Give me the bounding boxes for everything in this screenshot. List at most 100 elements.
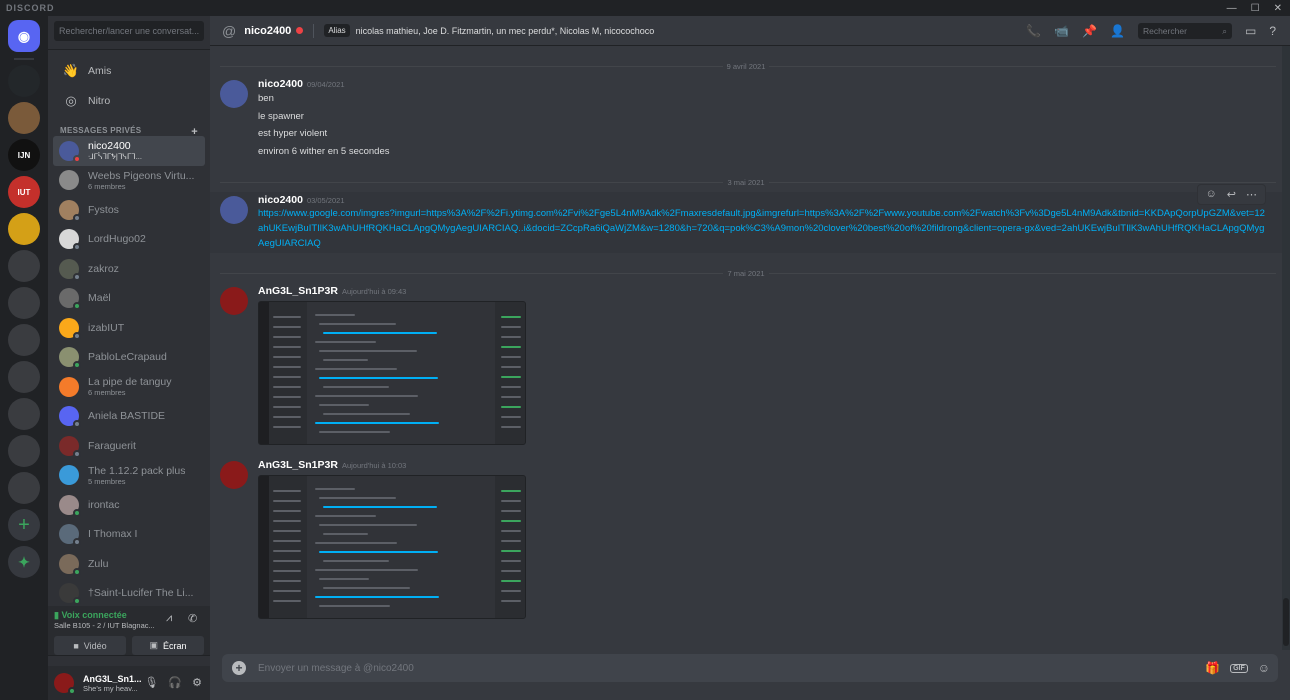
message-author[interactable]: AnG3L_Sn1P3R [258, 285, 338, 297]
search-input[interactable]: Rechercher ⌕ [1137, 22, 1232, 39]
message-text: le spawner [258, 110, 304, 122]
microphone-icon[interactable]: 🎙 [144, 676, 158, 689]
dm-item[interactable]: Zulu [53, 549, 205, 579]
message[interactable]: nico2400 09/04/2021 ben le spawner est hyper… [210, 76, 1282, 162]
image-attachment[interactable] [258, 301, 526, 445]
avatar[interactable] [220, 80, 248, 108]
status-indicator [73, 361, 81, 370]
dm-item[interactable]: Faraguerit [53, 431, 205, 461]
dm-item[interactable]: nico2400 ᒲᒥᓵᒣᒥᖬ|ᒣᓭᒥᒣ... [53, 136, 205, 166]
message-header: AnG3L_Sn1P3R Aujourd'hui à 10:03 [258, 459, 1266, 471]
reply-icon[interactable]: ↩ [1227, 188, 1236, 201]
minimize-button[interactable]: — [1227, 3, 1237, 14]
disconnect-icon[interactable]: ✆ [188, 612, 197, 625]
dm-name: Fystos [88, 203, 119, 216]
video-button[interactable]: ■ Vidéo [54, 636, 126, 655]
pin-icon[interactable]: 📌 [1082, 24, 1097, 38]
more-icon[interactable]: ⋯ [1246, 188, 1257, 201]
server-icon[interactable] [8, 324, 40, 356]
server-icon[interactable]: IUT [8, 176, 40, 208]
video-call-icon[interactable]: 📹 [1054, 24, 1069, 38]
dm-item[interactable]: La pipe de tanguy 6 membres [53, 372, 205, 402]
avatar[interactable] [220, 461, 248, 489]
emoji-icon[interactable]: ☺ [1258, 661, 1270, 675]
inbox-icon[interactable]: ▭ [1245, 24, 1256, 38]
divider [14, 58, 34, 60]
at-icon: @ [222, 22, 237, 39]
server-icon[interactable] [8, 65, 40, 97]
message-author[interactable]: nico2400 [258, 78, 303, 90]
voice-status[interactable]: ▮ Voix connectée [54, 610, 127, 621]
server-icon[interactable] [8, 361, 40, 393]
message-author[interactable]: AnG3L_Sn1P3R [258, 459, 338, 471]
avatar [59, 524, 81, 547]
headphones-icon[interactable]: 🎧 [168, 676, 182, 689]
dm-item[interactable]: †Saint-Lucifer The Li... [53, 579, 205, 609]
add-server-icon[interactable]: + [8, 509, 40, 541]
date-divider: 9 avril 2021 [210, 56, 1282, 76]
add-friend-icon[interactable]: 👤 [1110, 24, 1125, 38]
avatar [59, 406, 81, 429]
help-icon[interactable]: ? [1269, 24, 1276, 38]
server-icon[interactable] [8, 435, 40, 467]
voice-channel[interactable]: Salle B105 - 2 / IUT Blagnac... [54, 621, 155, 630]
message-composer: + 🎁 GIF ☺ [222, 654, 1278, 682]
dm-item[interactable]: The 1.12.2 pack plus 5 membres [53, 461, 205, 491]
message-author[interactable]: nico2400 [258, 194, 303, 206]
message-timestamp: Aujourd'hui à 09:43 [341, 287, 407, 296]
server-icon[interactable]: IJN [8, 139, 40, 171]
server-icon[interactable] [8, 250, 40, 282]
message-input[interactable] [258, 662, 1206, 674]
dm-name: Maël [88, 292, 111, 305]
settings-icon[interactable]: ⚙ [192, 676, 202, 689]
nitro-icon: ◎ [65, 93, 77, 108]
noise-suppression-icon[interactable]: ⩘ [166, 612, 172, 625]
status-indicator [68, 687, 76, 695]
screen-share-button[interactable]: ▣ Écran [132, 636, 204, 655]
message[interactable]: AnG3L_Sn1P3R Aujourd'hui à 09:43 [210, 283, 1282, 447]
nav-friends[interactable]: 👋 Amis [48, 56, 210, 86]
gift-icon[interactable]: 🎁 [1205, 661, 1220, 675]
message-link[interactable]: https://www.google.com/imgres?imgurl=htt… [258, 206, 1266, 251]
dm-item[interactable]: Aniela BASTIDE [53, 402, 205, 432]
add-reaction-icon[interactable]: ☺ [1206, 188, 1217, 201]
dm-item[interactable]: I Thomax I [53, 520, 205, 550]
dm-item[interactable]: PabloLeCrapaud [53, 343, 205, 373]
dm-search-input[interactable]: Rechercher/lancer une conversat... [54, 21, 204, 41]
scrollbar-thumb[interactable] [1283, 598, 1289, 646]
server-icon[interactable] [8, 472, 40, 504]
maximize-button[interactable]: ☐ [1251, 3, 1260, 14]
dm-item[interactable]: irontac [53, 490, 205, 520]
image-attachment[interactable] [258, 475, 526, 619]
voice-call-icon[interactable]: 📞 [1026, 24, 1041, 38]
avatar[interactable] [220, 196, 248, 224]
gif-button[interactable]: GIF [1230, 663, 1248, 673]
nav-nitro-label: Nitro [88, 95, 111, 107]
dm-item[interactable]: Maël [53, 284, 205, 314]
server-icon[interactable] [8, 287, 40, 319]
alias-tag: Alias [324, 24, 350, 37]
screen-label: Écran [163, 640, 187, 651]
avatar[interactable] [220, 287, 248, 315]
explore-icon[interactable]: ✦ [8, 546, 40, 578]
server-icon[interactable] [8, 213, 40, 245]
dm-item[interactable]: Weebs Pigeons Virtu... 6 membres [53, 166, 205, 196]
message[interactable]: AnG3L_Sn1P3R Aujourd'hui à 10:03 [210, 457, 1282, 621]
home-button[interactable]: ◉ [8, 20, 40, 52]
attach-icon[interactable]: + [232, 661, 246, 675]
dm-item[interactable]: LordHugo02 [53, 225, 205, 255]
camera-icon: ■ [73, 640, 79, 651]
message[interactable]: nico2400 03/05/2021 https://www.google.com… [210, 184, 1282, 253]
scrollbar[interactable] [1282, 46, 1290, 650]
dm-item[interactable]: izabIUT [53, 313, 205, 343]
server-icon[interactable] [8, 398, 40, 430]
channel-name: nico2400 [244, 24, 292, 37]
nav-friends-label: Amis [88, 65, 112, 77]
status-indicator [73, 508, 81, 517]
avatar[interactable] [54, 673, 76, 695]
server-icon[interactable] [8, 102, 40, 134]
close-button[interactable]: ✕ [1274, 3, 1282, 14]
nav-nitro[interactable]: ◎ Nitro [48, 86, 210, 116]
dm-item[interactable]: zakroz [53, 254, 205, 284]
dm-item[interactable]: Fystos [53, 195, 205, 225]
